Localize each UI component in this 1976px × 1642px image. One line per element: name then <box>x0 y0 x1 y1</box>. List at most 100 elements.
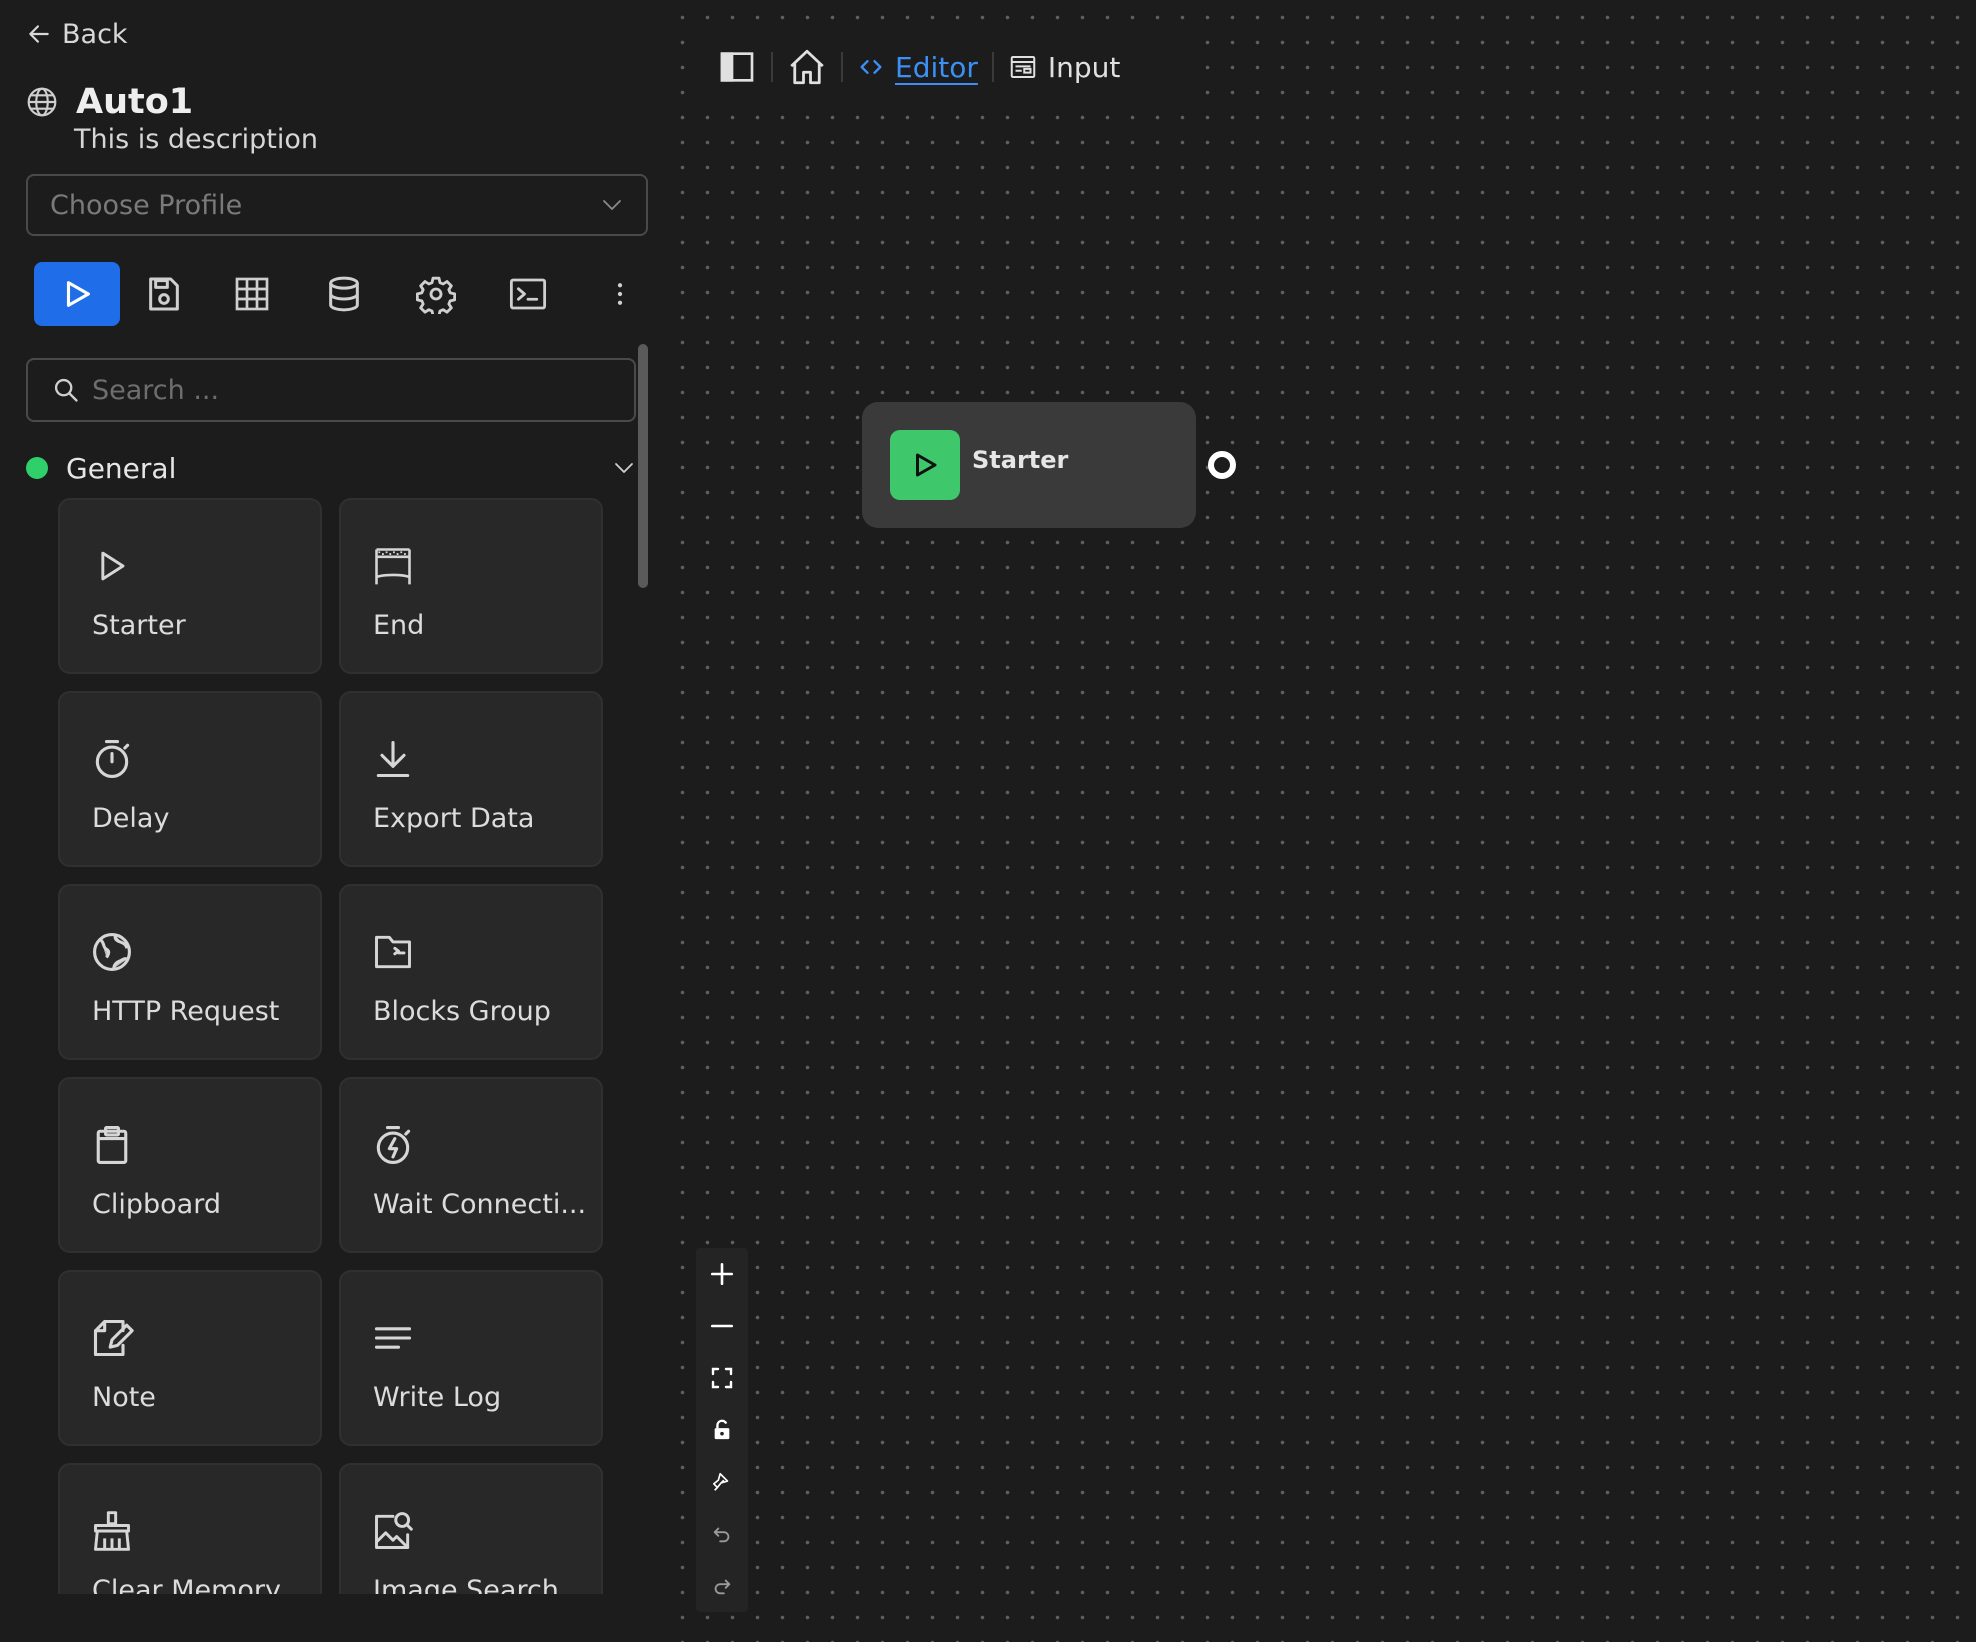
category-general-header[interactable]: General <box>26 448 636 488</box>
block-end[interactable]: End <box>339 498 603 674</box>
table-icon <box>232 274 272 314</box>
globe-icon <box>26 86 58 118</box>
flag-icon <box>371 544 415 588</box>
workflow-canvas[interactable]: Editor Input Starter <box>665 0 1976 1642</box>
tab-input[interactable]: Input <box>1000 39 1129 95</box>
nav-divider <box>771 52 773 82</box>
form-icon <box>1008 52 1038 82</box>
category-label: General <box>66 451 177 485</box>
save-icon <box>144 274 184 314</box>
block-clipboard[interactable]: Clipboard <box>58 1077 322 1253</box>
node-icon-box <box>890 430 960 500</box>
run-button[interactable] <box>34 262 120 326</box>
lock-button[interactable] <box>696 1404 748 1456</box>
block-search <box>26 358 636 422</box>
sidebar-scrollbar[interactable] <box>638 344 648 588</box>
block-label: Wait Connecti... <box>373 1189 587 1220</box>
eraser-icon <box>711 1471 733 1493</box>
plus-icon <box>709 1261 735 1287</box>
home-button[interactable] <box>779 39 835 95</box>
profile-select-placeholder: Choose Profile <box>50 189 243 221</box>
clear-canvas-button[interactable] <box>696 1456 748 1508</box>
code-icon <box>857 53 885 81</box>
workflow-description: This is description <box>74 124 319 155</box>
profile-select[interactable]: Choose Profile <box>26 174 648 236</box>
redo-button[interactable] <box>696 1560 748 1612</box>
tab-input-label: Input <box>1047 50 1121 84</box>
workflow-title: Auto1 <box>76 82 194 122</box>
tab-editor-label: Editor <box>895 50 978 84</box>
workflow-header: Auto1 <box>26 82 193 122</box>
canvas-controls <box>696 1248 748 1612</box>
block-delay[interactable]: Delay <box>58 691 322 867</box>
chevron-down-icon <box>612 456 636 480</box>
undo-button[interactable] <box>696 1508 748 1560</box>
terminal-button[interactable] <box>496 262 560 326</box>
more-vertical-icon <box>605 274 635 314</box>
globe-icon <box>90 930 134 974</box>
block-label: Clear Memory <box>92 1575 281 1594</box>
download-icon <box>371 737 415 781</box>
block-label: Delay <box>92 803 170 834</box>
play-icon <box>910 450 940 480</box>
block-list: Starter End Delay Export Data HTTP Reque… <box>58 498 608 1594</box>
timer-bolt-icon <box>371 1123 415 1167</box>
editor-navigation: Editor Input <box>701 34 1192 100</box>
home-icon <box>786 46 828 88</box>
block-label: Note <box>92 1382 156 1413</box>
play-icon <box>60 277 94 311</box>
fullscreen-icon <box>710 1366 734 1390</box>
workflow-toolbar <box>34 262 644 326</box>
block-export-data[interactable]: Export Data <box>339 691 603 867</box>
image-search-icon <box>371 1509 415 1553</box>
block-image-search[interactable]: Image Search <box>339 1463 603 1594</box>
zoom-in-button[interactable] <box>696 1248 748 1300</box>
note-edit-icon <box>90 1316 134 1360</box>
broom-icon <box>90 1509 134 1553</box>
back-label: Back <box>62 18 128 50</box>
settings-button[interactable] <box>404 262 468 326</box>
block-blocks-group[interactable]: Blocks Group <box>339 884 603 1060</box>
block-note[interactable]: Note <box>58 1270 322 1446</box>
fit-view-button[interactable] <box>696 1352 748 1404</box>
terminal-icon <box>507 273 549 315</box>
block-label: Write Log <box>373 1382 502 1413</box>
zoom-out-button[interactable] <box>696 1300 748 1352</box>
save-button[interactable] <box>132 262 196 326</box>
clipboard-icon <box>90 1123 134 1167</box>
tab-editor[interactable]: Editor <box>849 39 986 95</box>
table-button[interactable] <box>220 262 284 326</box>
more-button[interactable] <box>588 262 652 326</box>
block-label: Starter <box>92 610 186 641</box>
storage-button[interactable] <box>312 262 376 326</box>
category-color-dot <box>26 457 48 479</box>
block-starter[interactable]: Starter <box>58 498 322 674</box>
sidebar: Back Auto1 This is description Choose Pr… <box>0 0 665 1642</box>
block-label: Image Search <box>373 1575 559 1594</box>
node-output-handle[interactable] <box>1208 451 1236 479</box>
block-write-log[interactable]: Write Log <box>339 1270 603 1446</box>
starter-node[interactable]: Starter <box>862 402 1196 528</box>
block-label: HTTP Request <box>92 996 280 1027</box>
minus-icon <box>709 1313 735 1339</box>
back-button[interactable]: Back <box>26 14 128 54</box>
search-input[interactable] <box>90 373 594 407</box>
node-label: Starter <box>972 446 1069 474</box>
block-clear-memory[interactable]: Clear Memory <box>58 1463 322 1594</box>
undo-icon <box>711 1523 733 1545</box>
redo-icon <box>711 1575 733 1597</box>
gear-icon <box>416 274 456 314</box>
stopwatch-icon <box>90 737 134 781</box>
lines-icon <box>371 1316 415 1360</box>
block-label: Clipboard <box>92 1189 221 1220</box>
block-wait-connections[interactable]: Wait Connecti... <box>339 1077 603 1253</box>
arrow-left-icon <box>26 21 52 47</box>
block-label: End <box>373 610 425 641</box>
block-http-request[interactable]: HTTP Request <box>58 884 322 1060</box>
toggle-sidebar-button[interactable] <box>709 39 765 95</box>
block-label: Blocks Group <box>373 996 551 1027</box>
nav-divider <box>841 52 843 82</box>
lock-icon <box>711 1419 733 1441</box>
database-icon <box>324 274 364 314</box>
sidebar-panel-icon <box>717 47 757 87</box>
